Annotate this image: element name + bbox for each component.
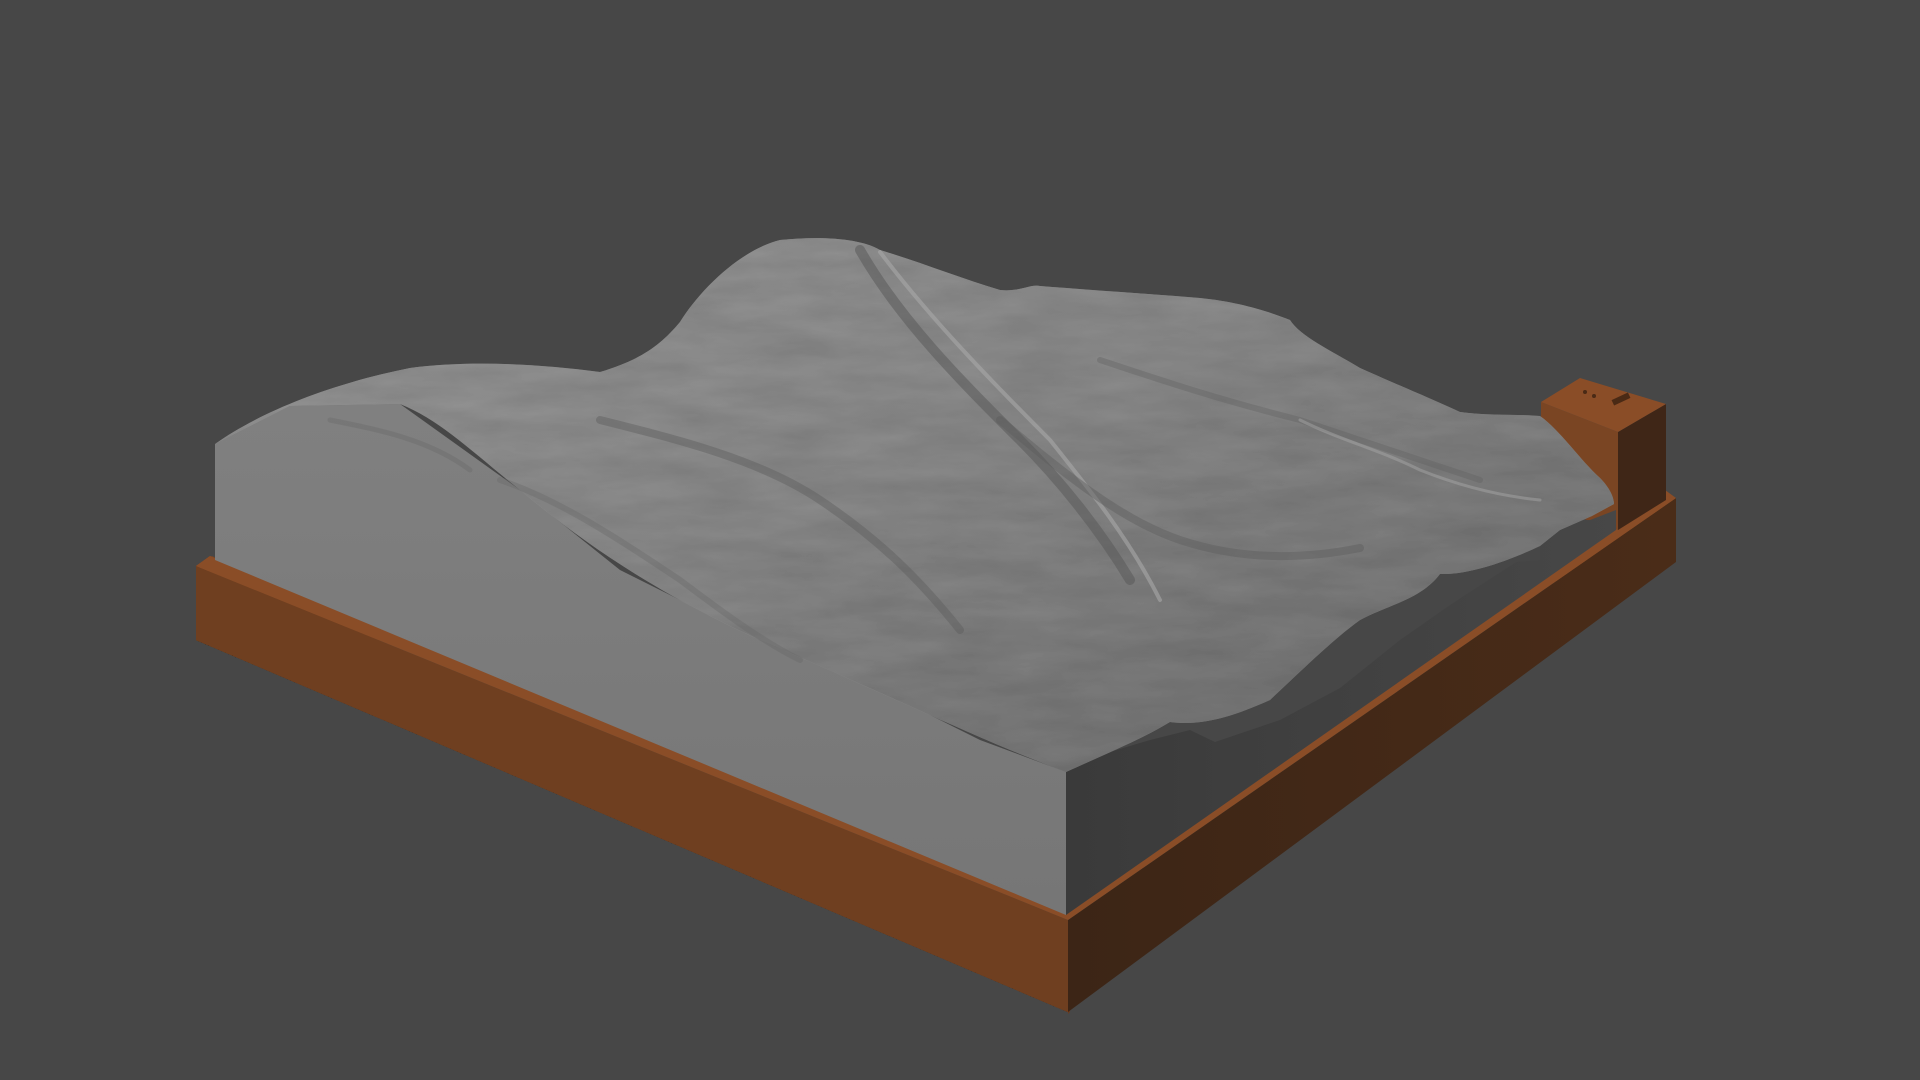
3d-viewport[interactable] xyxy=(0,0,1920,1080)
tab-dot-icon-2 xyxy=(1592,394,1596,398)
terrain-scene[interactable] xyxy=(0,0,1920,1080)
tab-dot-icon xyxy=(1583,390,1587,394)
